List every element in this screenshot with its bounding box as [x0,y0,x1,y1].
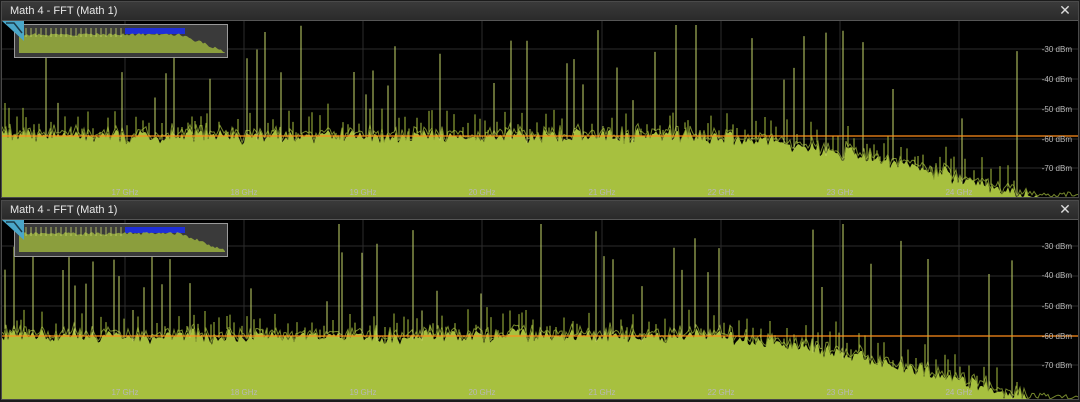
x-label-22ghz: 22 GHz [707,388,735,397]
panel-title: Math 4 - FFT (Math 1) [10,204,118,216]
zoom-overview-icon [19,227,225,252]
x-label-24ghz: 24 GHz [945,188,973,197]
panel-title: Math 4 - FFT (Math 1) [10,5,118,17]
x-label-22ghz: 22 GHz [707,188,735,197]
y-label-minus60: -60 dBm [1041,135,1072,144]
zoom-overview[interactable] [14,223,228,257]
y-label-minus40: -40 dBm [1041,271,1072,280]
y-label-minus60: -60 dBm [1041,332,1072,341]
x-label-17ghz: 17 GHz [111,188,139,197]
fft-panel-bottom: Math 4 - FFT (Math 1) ✕ -30 dBm -40 dBm … [1,200,1079,400]
x-label-19ghz: 19 GHz [349,388,377,397]
y-label-minus50: -50 dBm [1041,105,1072,114]
spectrum-plot[interactable]: -30 dBm -40 dBm -50 dBm -60 dBm -70 dBm … [2,220,1078,399]
x-label-20ghz: 20 GHz [468,188,496,197]
x-label-18ghz: 18 GHz [230,388,258,397]
x-label-21ghz: 21 GHz [588,388,616,397]
x-label-20ghz: 20 GHz [468,388,496,397]
x-label-24ghz: 24 GHz [945,388,973,397]
fft-panel-top: Math 4 - FFT (Math 1) ✕ -30 dBm -40 dBm … [1,1,1079,198]
y-label-minus40: -40 dBm [1041,75,1072,84]
zoom-overview-icon [19,28,225,53]
y-label-minus70: -70 dBm [1041,164,1072,173]
zoom-overview[interactable] [14,24,228,58]
waveform-handle-icon[interactable] [2,220,24,240]
spectrum-plot[interactable]: -30 dBm -40 dBm -50 dBm -60 dBm -70 dBm … [2,21,1078,197]
y-label-minus50: -50 dBm [1041,302,1072,311]
x-label-18ghz: 18 GHz [230,188,258,197]
x-label-19ghz: 19 GHz [349,188,377,197]
y-label-minus30: -30 dBm [1041,45,1072,54]
y-label-minus30: -30 dBm [1041,242,1072,251]
panel-title-bar[interactable]: Math 4 - FFT (Math 1) ✕ [2,201,1078,220]
x-label-21ghz: 21 GHz [588,188,616,197]
y-label-minus70: -70 dBm [1041,361,1072,370]
waveform-handle-icon[interactable] [2,21,24,41]
x-label-23ghz: 23 GHz [826,388,854,397]
x-label-23ghz: 23 GHz [826,188,854,197]
panel-title-bar[interactable]: Math 4 - FFT (Math 1) ✕ [2,2,1078,21]
x-label-17ghz: 17 GHz [111,388,139,397]
close-icon[interactable]: ✕ [1058,3,1072,17]
close-icon[interactable]: ✕ [1058,202,1072,216]
